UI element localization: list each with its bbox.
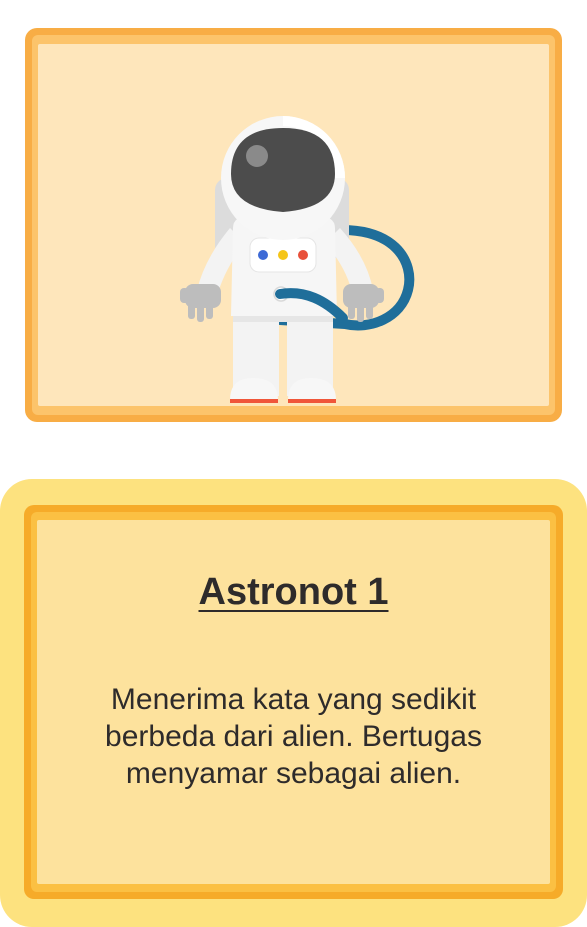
panel-light-yellow (278, 250, 288, 260)
astronaut-left-glove (180, 284, 221, 322)
astronaut-right-glove (343, 284, 384, 322)
astronaut-icon (180, 116, 415, 403)
role-description: Menerima kata yang sedikit berbeda dari … (105, 683, 482, 790)
role-card: Astronot 1 Menerima kata yang sedikit be… (0, 479, 587, 927)
character-image-card (25, 28, 562, 422)
panel-light-red (298, 250, 308, 260)
role-card-frame: Astronot 1 Menerima kata yang sedikit be… (24, 505, 563, 899)
panel-light-blue (258, 250, 268, 260)
visor-highlight (246, 145, 268, 167)
astronaut-visor (231, 128, 335, 212)
role-title: Astronot 1 (198, 571, 389, 613)
